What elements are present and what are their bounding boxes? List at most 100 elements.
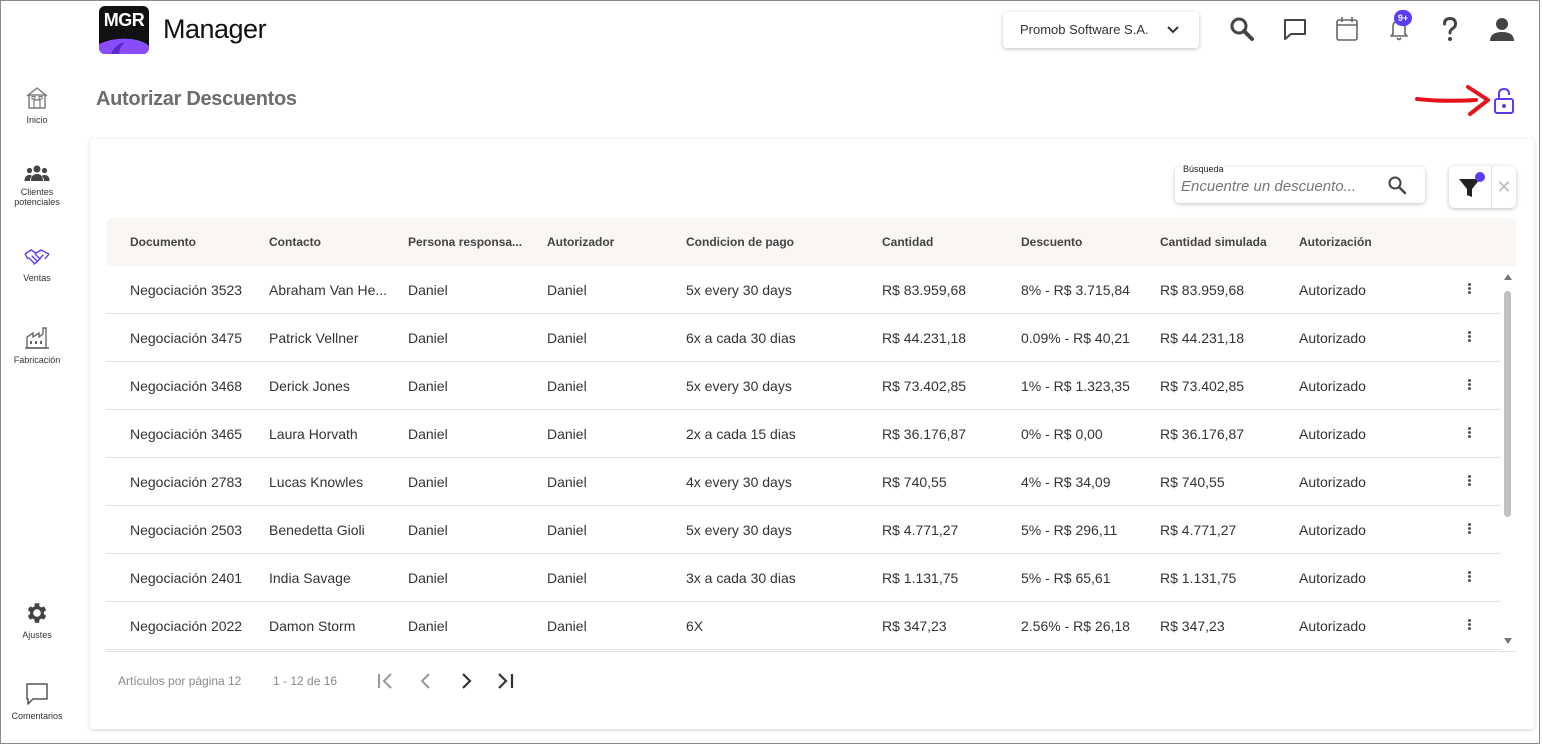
sidebar-item-comentarios[interactable]: Comentarios — [1, 681, 73, 721]
column-header-cantidad[interactable]: Cantidad — [882, 218, 1012, 266]
table-row[interactable]: Negociación 3523 Abraham Van He... Danie… — [106, 266, 1501, 314]
chat-button[interactable] — [1281, 15, 1309, 43]
cell-cantidad-simulada: R$ 740,55 — [1160, 474, 1225, 490]
search-input[interactable] — [1181, 175, 1381, 197]
comment-icon — [26, 683, 48, 705]
next-page-button[interactable] — [455, 670, 477, 692]
search-icon[interactable] — [1387, 175, 1407, 195]
cell-cantidad-simulada: R$ 1.131,75 — [1160, 570, 1237, 586]
search-header-button[interactable] — [1228, 15, 1256, 43]
table-row[interactable]: Negociación 2401 India Savage Daniel Dan… — [106, 554, 1501, 602]
cell-persona: Daniel — [408, 282, 448, 298]
people-icon — [24, 165, 50, 181]
user-menu-button[interactable] — [1488, 15, 1516, 43]
cell-contacto: Derick Jones — [269, 378, 350, 394]
app-logo[interactable]: MGR — [99, 6, 149, 54]
cell-cantidad-simulada: R$ 36.176,87 — [1160, 426, 1245, 442]
cell-autorizacion: Autorizado — [1299, 378, 1366, 394]
column-header-condicion[interactable]: Condicion de pago — [686, 218, 866, 266]
row-menu-icon[interactable] — [1461, 570, 1477, 586]
sidebar-item-ventas[interactable]: Ventas — [1, 245, 73, 283]
table-row[interactable]: Negociación 3468 Derick Jones Daniel Dan… — [106, 362, 1501, 410]
cell-cantidad-simulada: R$ 73.402,85 — [1160, 378, 1245, 394]
items-per-page-value[interactable]: 12 — [228, 674, 241, 688]
row-menu-icon[interactable] — [1461, 378, 1477, 394]
column-header-descuento[interactable]: Descuento — [1021, 218, 1151, 266]
cell-autorizacion: Autorizado — [1299, 330, 1366, 346]
filter-button[interactable] — [1449, 166, 1491, 208]
cell-documento: Negociación 2783 — [130, 474, 243, 490]
question-icon — [1443, 16, 1458, 41]
chevron-down-icon — [1167, 26, 1179, 34]
table-row[interactable]: Negociación 2783 Lucas Knowles Daniel Da… — [106, 458, 1501, 506]
sidebar-item-label: Ajustes — [22, 630, 52, 640]
sidebar-item-label: Inicio — [26, 115, 48, 125]
cell-autorizador: Daniel — [547, 330, 587, 346]
scroll-up-arrow-icon[interactable] — [1503, 273, 1513, 281]
first-page-button[interactable] — [375, 670, 397, 692]
cell-descuento: 0.09% - R$ 40,21 — [1021, 330, 1130, 346]
cell-cantidad: R$ 347,23 — [882, 618, 947, 634]
row-menu-icon[interactable] — [1461, 474, 1477, 490]
column-header-autorizacion[interactable]: Autorización — [1299, 218, 1429, 266]
chat-icon — [1284, 19, 1306, 40]
column-header-cantidad-simulada[interactable]: Cantidad simulada — [1160, 218, 1290, 266]
cell-contacto: Abraham Van He... — [269, 282, 388, 298]
cell-persona: Daniel — [408, 522, 448, 538]
scroll-down-arrow-icon[interactable] — [1503, 637, 1513, 645]
cell-contacto: India Savage — [269, 570, 351, 586]
cell-descuento: 2.56% - R$ 26,18 — [1021, 618, 1130, 634]
column-header-documento[interactable]: Documento — [130, 218, 260, 266]
table-row[interactable]: Negociación 2022 Damon Storm Daniel Dani… — [106, 602, 1501, 650]
sidebar-item-fabricacion[interactable]: Fabricación — [1, 325, 73, 365]
calendar-icon — [1336, 17, 1358, 41]
row-menu-icon[interactable] — [1461, 618, 1477, 634]
sidebar-item-inicio[interactable]: Inicio — [1, 85, 73, 125]
unlock-button[interactable] — [1491, 87, 1517, 115]
column-header-contacto[interactable]: Contacto — [269, 218, 399, 266]
table-row[interactable]: Negociación 3475 Patrick Vellner Daniel … — [106, 314, 1501, 362]
cell-autorizacion: Autorizado — [1299, 570, 1366, 586]
company-select[interactable]: Promob Software S.A. — [1003, 12, 1199, 48]
sidebar-item-clientes[interactable]: Clientes potenciales — [1, 163, 73, 207]
clear-filter-button[interactable]: ✕ — [1491, 166, 1516, 208]
notification-badge: 9+ — [1394, 10, 1412, 26]
cell-condicion: 4x every 30 days — [686, 474, 792, 490]
cell-autorizacion: Autorizado — [1299, 282, 1366, 298]
app-window: Inicio Clientes potenciales Ventas Fabri… — [0, 0, 1540, 744]
sidebar-item-ajustes[interactable]: Ajustes — [1, 600, 73, 640]
cell-cantidad: R$ 73.402,85 — [882, 378, 967, 394]
cell-autorizador: Daniel — [547, 570, 587, 586]
row-menu-icon[interactable] — [1461, 426, 1477, 442]
column-header-autorizador[interactable]: Autorizador — [547, 218, 677, 266]
scrollbar-thumb[interactable] — [1504, 291, 1511, 517]
factory-icon — [25, 327, 49, 349]
row-menu-icon[interactable] — [1461, 282, 1477, 298]
cell-cantidad: R$ 4.771,27 — [882, 522, 959, 538]
cell-descuento: 5% - R$ 296,11 — [1021, 522, 1118, 538]
previous-page-button[interactable] — [415, 670, 437, 692]
cell-autorizador: Daniel — [547, 378, 587, 394]
cell-autorizador: Daniel — [547, 426, 587, 442]
last-page-icon — [498, 673, 514, 689]
help-button[interactable] — [1436, 15, 1464, 43]
last-page-button[interactable] — [495, 670, 517, 692]
items-per-page-label: Artículos por página — [118, 674, 225, 688]
cell-documento: Negociación 2022 — [130, 618, 243, 634]
cell-cantidad-simulada: R$ 44.231,18 — [1160, 330, 1245, 346]
home-icon — [26, 87, 48, 109]
row-menu-icon[interactable] — [1461, 522, 1477, 538]
row-menu-icon[interactable] — [1461, 330, 1477, 346]
cell-autorizacion: Autorizado — [1299, 474, 1366, 490]
calendar-button[interactable] — [1333, 15, 1361, 43]
cell-persona: Daniel — [408, 426, 448, 442]
table-row[interactable]: Negociación 2503 Benedetta Gioli Daniel … — [106, 506, 1501, 554]
sidebar-item-label: Comentarios — [11, 711, 63, 721]
first-page-icon — [378, 673, 392, 689]
search-label: Búsqueda — [1182, 164, 1225, 174]
table-row[interactable]: Negociación 3465 Laura Horvath Daniel Da… — [106, 410, 1501, 458]
cell-cantidad: R$ 740,55 — [882, 474, 947, 490]
cell-persona: Daniel — [408, 330, 448, 346]
column-header-persona[interactable]: Persona responsa... — [408, 218, 538, 266]
cell-condicion: 6x a cada 30 dias — [686, 330, 796, 346]
